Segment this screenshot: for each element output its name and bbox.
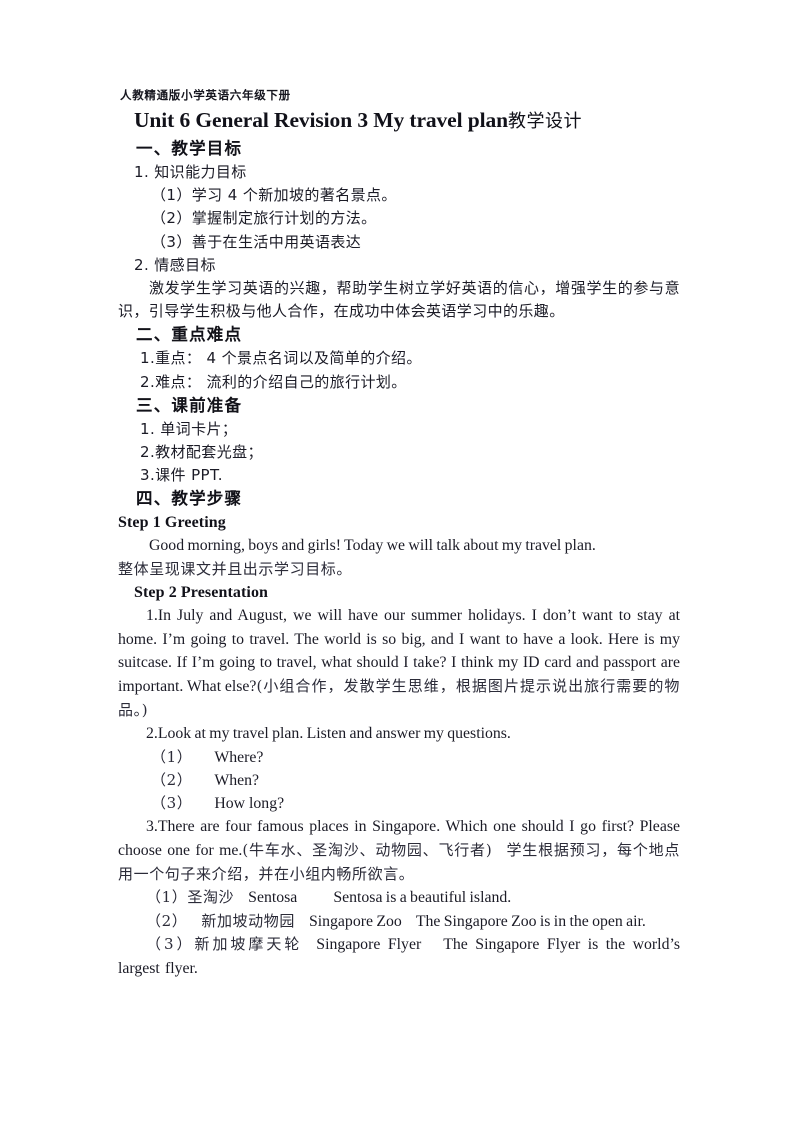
step-2-question-2: （2） When? — [118, 769, 680, 792]
objective-item-2-body: 激发学生学习英语的兴趣，帮助学生树立学好英语的信心，增强学生的参与意识，引导学生… — [118, 279, 680, 321]
place-item-2-number: （2） — [146, 911, 188, 930]
document-page: 人教精通版小学英语六年级下册 Unit 6 General Revision 3… — [0, 0, 794, 1123]
step-2-question-1-number: （1） — [151, 747, 193, 766]
objective-item-1-sub-2: （2）掌握制定旅行计划的方法。 — [151, 209, 377, 228]
objective-item-2-label: 2. 情感目标 — [134, 255, 216, 274]
step-2-question-3-number: （3） — [151, 794, 193, 813]
section-heading-procedure: 四、教学步骤 — [136, 489, 243, 509]
place-item-1-sentence: Sentosa is a beautiful island. — [333, 889, 512, 907]
place-item-1-name-english: Sentosa — [248, 889, 298, 907]
section-heading-preparation: 三、课前准备 — [136, 395, 243, 415]
step-2-item-1: 1.In July and August, we will have our s… — [118, 604, 680, 722]
place-item-3-number: （3） — [146, 935, 195, 954]
step-2-question-3-text: How long? — [214, 795, 285, 813]
section-heading-objectives: 一、教学目标 — [136, 139, 243, 158]
place-item-1-name-chinese: 圣淘沙 — [187, 888, 235, 907]
keypoint-item-1: 1.重点： 4 个景点名词以及简单的介绍。 — [140, 349, 422, 368]
step-2-heading: Step 2 Presentation — [134, 584, 269, 602]
objective-item-1-sub-3: （3）善于在生活中用英语表达 — [151, 232, 362, 251]
step-2-question-2-number: （2） — [151, 771, 193, 789]
step-2-question-3: （3） How long? — [118, 792, 680, 815]
step-2-question-2-text: When? — [214, 772, 260, 789]
step-1-body-chinese: 整体呈现课文并且出示学习目标。 — [118, 560, 353, 579]
step-1-body: Good morning, boys and girls! Today we w… — [118, 534, 680, 558]
place-item-3-name-english: Singapore Flyer — [316, 936, 422, 954]
preparation-item-3: 3.课件 PPT. — [140, 466, 223, 485]
step-1-heading: Step 1 Greeting — [118, 514, 226, 532]
objective-item-1-sub-1: （1）学习 4 个新加坡的著名景点。 — [151, 186, 397, 205]
preparation-item-2: 2.教材配套光盘； — [140, 443, 263, 462]
document-body: 人教精通版小学英语六年级下册 Unit 6 General Revision 3… — [118, 86, 680, 981]
step-2-item-2: 2.Look at my travel plan. Listen and ans… — [118, 722, 680, 746]
place-item-2-sentence: The Singapore Zoo is in the open air. — [415, 912, 646, 930]
place-item-1: （1）圣淘沙 Sentosa Sentosa is a beautiful isla… — [118, 886, 680, 910]
step-2-question-1-text: Where? — [214, 748, 264, 766]
step-1-body-english: Good morning, boys and girls! Today we w… — [149, 537, 596, 555]
page-title: Unit 6 General Revision 3 My travel plan… — [118, 106, 680, 136]
series-kicker: 人教精通版小学英语六年级下册 — [120, 88, 291, 102]
section-heading-keypoints: 二、重点难点 — [136, 325, 243, 345]
step-2-item-3: 3.There are four famous places in Singap… — [118, 815, 680, 886]
place-item-2-name-english: Singapore Zoo — [308, 912, 402, 930]
page-title-chinese: 教学设计 — [508, 111, 583, 132]
place-item-3-name-chinese: 新加坡摩天轮 — [194, 935, 303, 954]
step-2-item-3-chinese-parenthetical: (牛车水、圣淘沙、动物园、飞行者) — [242, 841, 493, 859]
objective-item-1-label: 1. 知识能力目标 — [134, 163, 247, 181]
page-title-english: Unit 6 General Revision 3 My travel plan — [134, 108, 509, 132]
keypoint-item-2: 2.难点： 流利的介绍自己的旅行计划。 — [140, 372, 407, 391]
step-2-item-2-english: 2.Look at my travel plan. Listen and ans… — [146, 725, 511, 743]
place-item-1-number: （1） — [146, 888, 188, 907]
step-2-question-1: （1） Where? — [118, 746, 680, 769]
place-item-3: （3）新加坡摩天轮 Singapore Flyer The Singapore Fl… — [118, 933, 680, 980]
place-item-2: （2） 新加坡动物园 Singapore Zoo The Singapore Zoo … — [118, 910, 680, 934]
place-item-2-name-chinese: 新加坡动物园 — [201, 911, 295, 930]
preparation-item-1: 1. 单词卡片； — [140, 419, 238, 438]
